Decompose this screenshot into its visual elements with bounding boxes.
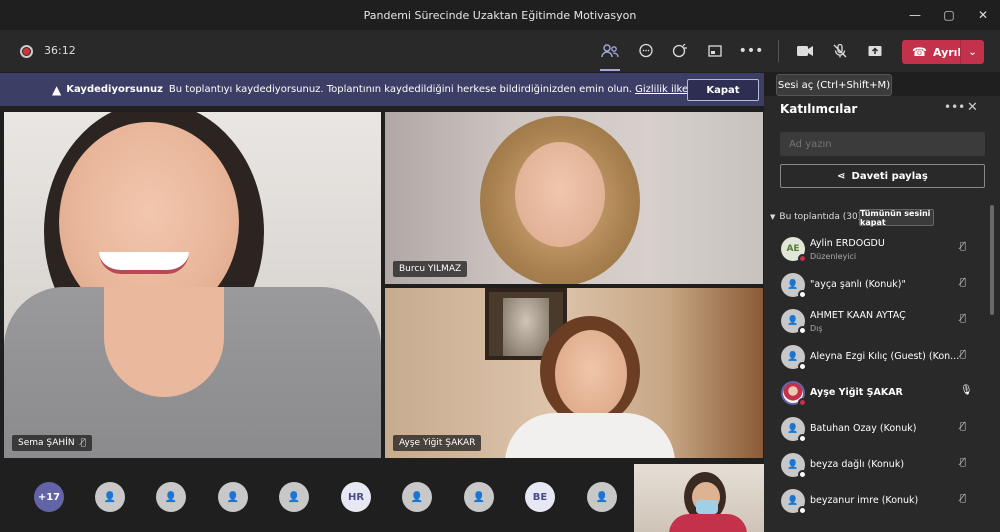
more-actions-icon[interactable]: ••• xyxy=(739,40,764,62)
minimize-button[interactable]: — xyxy=(898,0,932,30)
mic-on-icon: 🎙 xyxy=(960,385,973,396)
banner-dismiss-button[interactable]: Kapat xyxy=(687,79,759,101)
participant-name: "ayça şanlı (Konuk)" xyxy=(810,279,906,290)
more-participants-button[interactable]: +17 xyxy=(34,482,64,512)
person-avatar-icon[interactable]: 👤 xyxy=(402,482,432,512)
leave-button[interactable]: ☎ Ayrıl ⌄ xyxy=(902,40,984,64)
participants-panel: Katılımcılar ••• ✕ ⋖ Daveti paylaş ▼ Bu … xyxy=(764,96,1000,532)
share-invite-label: Daveti paylaş xyxy=(851,170,928,182)
participant-name-tag: Ayşe Yiğit ŞAKAR xyxy=(393,435,482,451)
participant-row[interactable]: 👤 Batuhan Özay (Konuk) 🎙̸ xyxy=(764,413,1000,449)
participant-row[interactable]: 👤 beyza dağlı (Konuk) 🎙̸ xyxy=(764,449,1000,485)
leave-options-chevron-icon[interactable]: ⌄ xyxy=(960,40,984,64)
panel-more-icon[interactable]: ••• xyxy=(944,100,965,114)
participant-name: Ayşe Yiğit ŞAKAR xyxy=(810,387,903,398)
status-icon xyxy=(798,290,807,299)
person-avatar-icon[interactable]: 👤 xyxy=(464,482,494,512)
participant-role: Dış xyxy=(810,324,823,333)
person-avatar-icon[interactable]: 👤 xyxy=(218,482,248,512)
share-icon: ⋖ xyxy=(837,170,846,182)
status-icon xyxy=(798,362,807,371)
mute-all-button[interactable]: Tümünün sesini kapat xyxy=(859,209,934,227)
share-tray-icon[interactable] xyxy=(864,40,886,62)
participant-row[interactable]: 👤 "ayça şanlı (Konuk)" 🎙̸ xyxy=(764,269,1000,305)
status-icon xyxy=(798,254,807,263)
panel-scrollbar[interactable] xyxy=(990,205,994,315)
participant-name: AHMET KAAN AYTAÇ xyxy=(810,310,906,321)
status-icon xyxy=(798,326,807,335)
meeting-timer: 36:12 xyxy=(44,44,76,57)
participant-role: Düzenleyici xyxy=(810,252,857,261)
mic-muted-icon: 🎙̸ xyxy=(960,421,967,432)
participant-name: Sema ŞAHİN xyxy=(18,438,75,448)
recording-icon xyxy=(20,45,33,58)
toolbar-divider xyxy=(778,40,779,62)
window-title: Pandemi Sürecinde Uzaktan Eğitimde Motiv… xyxy=(363,8,637,22)
caret-down-icon: ▼ xyxy=(770,213,776,221)
panel-title: Katılımcılar xyxy=(780,102,858,116)
maximize-button[interactable]: ▢ xyxy=(932,0,966,30)
participant-name: Aylin ERDOĞDU xyxy=(810,238,885,249)
participant-row[interactable]: AE Aylin ERDOĞDU Düzenleyici 🎙̸ xyxy=(764,233,1000,269)
recording-banner: ▲ Kaydediyorsunuz Bu toplantıyı kaydediy… xyxy=(0,73,764,106)
share-screen-icon[interactable] xyxy=(704,40,726,62)
mic-muted-icon: 🎙̸ xyxy=(960,457,967,468)
mic-muted-icon: 🎙̸ xyxy=(960,493,967,504)
participant-name: Batuhan Özay (Konuk) xyxy=(810,423,917,434)
video-tile[interactable]: Ayşe Yiğit ŞAKAR xyxy=(385,288,763,458)
status-icon xyxy=(798,398,807,407)
reactions-icon[interactable] xyxy=(669,40,691,62)
participant-search-input[interactable] xyxy=(780,132,985,156)
mic-muted-icon: 🎙̸ xyxy=(960,277,967,288)
video-stage: Sema ŞAHİN 🎙̸ Burcu YILMAZ Ayşe Yiğit ŞA… xyxy=(0,106,764,464)
mic-muted-icon[interactable] xyxy=(829,40,851,62)
section-label: Bu toplantıda (30) xyxy=(779,212,862,222)
participant-name: Ayşe Yiğit ŞAKAR xyxy=(399,438,476,448)
unmute-tooltip: Sesi aç (Ctrl+Shift+M) xyxy=(776,74,892,96)
mic-muted-icon: 🎙̸ xyxy=(80,438,86,448)
in-meeting-section-header[interactable]: ▼ Bu toplantıda (30) xyxy=(770,212,861,222)
participant-name-tag: Burcu YILMAZ xyxy=(393,261,468,277)
warning-icon: ▲ xyxy=(52,82,62,97)
mic-muted-icon: 🎙̸ xyxy=(960,313,967,324)
participant-name: beyzanur imre (Konuk) xyxy=(810,495,919,506)
self-view-video[interactable] xyxy=(634,464,764,532)
participant-name: Aleyna Ezgi Kılıç (Guest) (Kon... xyxy=(810,351,960,362)
participant-name: Burcu YILMAZ xyxy=(399,264,462,274)
video-tile[interactable]: Sema ŞAHİN 🎙̸ xyxy=(4,112,381,458)
person-avatar-icon[interactable]: 👤 xyxy=(279,482,309,512)
participant-name-tag: Sema ŞAHİN 🎙̸ xyxy=(12,435,92,451)
participants-icon[interactable] xyxy=(599,40,621,71)
banner-title: Kaydediyorsunuz xyxy=(66,84,163,95)
participant-name: beyza dağlı (Konuk) xyxy=(810,459,905,470)
mic-muted-icon: 🎙̸ xyxy=(960,241,967,252)
participant-row[interactable]: 👤 Aleyna Ezgi Kılıç (Guest) (Kon... 🎙̸ xyxy=(764,341,1000,377)
window-controls: — ▢ ✕ xyxy=(898,0,1000,30)
close-panel-icon[interactable]: ✕ xyxy=(967,100,978,115)
phone-hangup-icon: ☎ xyxy=(912,45,927,59)
mic-muted-icon: 🎙̸ xyxy=(960,349,967,360)
participant-avatar[interactable]: HR xyxy=(341,482,371,512)
person-avatar-icon[interactable]: 👤 xyxy=(156,482,186,512)
person-avatar-icon[interactable]: 👤 xyxy=(587,482,617,512)
window-title-bar: Pandemi Sürecinde Uzaktan Eğitimde Motiv… xyxy=(0,0,1000,30)
video-tile[interactable]: Burcu YILMAZ xyxy=(385,112,763,284)
camera-icon[interactable] xyxy=(794,40,816,62)
person-avatar-icon[interactable]: 👤 xyxy=(95,482,125,512)
share-invite-button[interactable]: ⋖ Daveti paylaş xyxy=(780,164,985,188)
participant-row[interactable]: 👤 AHMET KAAN AYTAÇ Dış 🎙̸ xyxy=(764,305,1000,341)
participant-avatar[interactable]: BE xyxy=(525,482,555,512)
participant-row[interactable]: 👤 beyzanur imre (Konuk) 🎙̸ xyxy=(764,485,1000,521)
banner-message: Bu toplantıyı kaydediyorsunuz. Toplantın… xyxy=(168,84,633,95)
status-icon xyxy=(798,506,807,515)
status-icon xyxy=(798,434,807,443)
close-window-button[interactable]: ✕ xyxy=(966,0,1000,30)
status-icon xyxy=(798,470,807,479)
leave-label: Ayrıl xyxy=(932,45,962,59)
chat-icon[interactable] xyxy=(635,40,657,62)
participant-row[interactable]: Ayşe Yiğit ŞAKAR 🎙 xyxy=(764,377,1000,413)
